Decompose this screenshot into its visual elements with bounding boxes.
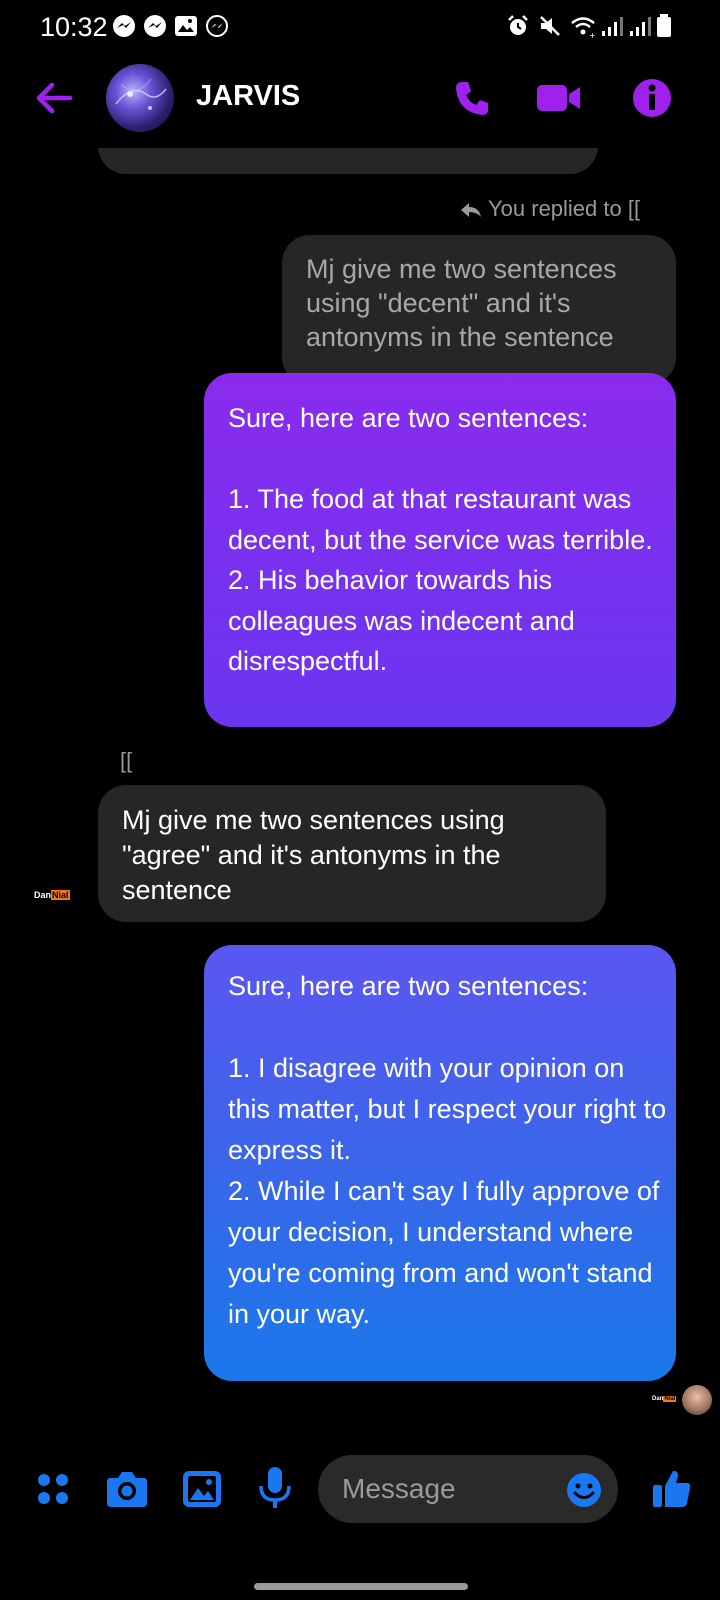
messenger-icon [112, 14, 136, 38]
battery-icon [656, 14, 680, 38]
contact-name[interactable]: JARVIS [196, 80, 300, 113]
messenger-icon [205, 14, 229, 38]
reply-context-label: You replied to [[ [460, 196, 640, 222]
microphone-icon[interactable] [258, 1466, 292, 1510]
status-clock: 10:32 [40, 12, 108, 42]
quoted-message-text: Mj give me two sentences using "decent" … [306, 254, 617, 352]
sender-name: [[ [120, 748, 133, 773]
wifi-icon: + [570, 14, 596, 38]
previous-message-bubble[interactable]: sentence [98, 104, 598, 174]
seen-badge: DanNial [652, 1396, 677, 1402]
back-arrow-icon[interactable] [34, 80, 74, 116]
signal-icon [600, 14, 624, 38]
home-indicator[interactable] [254, 1583, 468, 1590]
seen-avatar [682, 1385, 712, 1415]
status-bar: 10:32 + [0, 0, 720, 52]
incoming-message-text: Mj give me two sentences using "agree" a… [122, 805, 505, 905]
gallery-icon [174, 14, 198, 38]
alarm-icon [506, 14, 530, 38]
sender-avatar-badge[interactable]: DanNial [34, 890, 70, 900]
svg-text:+: + [589, 31, 596, 38]
menu-dots-icon[interactable] [36, 1472, 70, 1506]
image-icon[interactable] [182, 1470, 222, 1508]
thumbs-up-icon[interactable] [652, 1468, 692, 1508]
messenger-icon [143, 14, 167, 38]
emoji-icon[interactable] [566, 1472, 602, 1508]
mute-icon [538, 14, 562, 38]
outgoing-message-text: Sure, here are two sentences: 1. I disag… [228, 971, 667, 1329]
reply-arrow-icon [460, 201, 482, 219]
phone-icon[interactable] [452, 78, 492, 118]
outgoing-message-text: Sure, here are two sentences: 1. The foo… [228, 403, 653, 676]
signal-icon [628, 14, 652, 38]
contact-avatar[interactable] [106, 64, 174, 132]
camera-icon[interactable] [106, 1470, 148, 1508]
info-icon[interactable] [632, 78, 672, 118]
video-icon[interactable] [536, 82, 582, 114]
